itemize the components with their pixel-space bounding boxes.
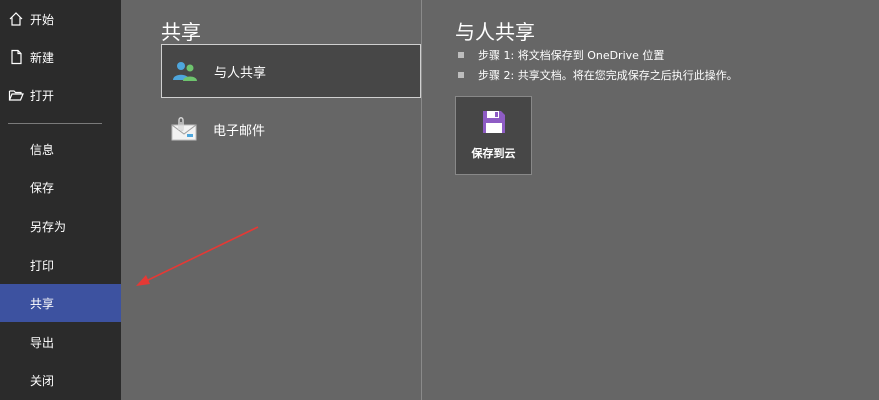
sidebar-item-label: 打印 bbox=[30, 258, 55, 273]
bullet-icon bbox=[458, 52, 464, 58]
save-to-cloud-button[interactable]: 保存到云 bbox=[455, 96, 532, 175]
annotation-arrow-icon bbox=[136, 226, 259, 286]
step-item: 步骤 1: 将文档保存到 OneDrive 位置 bbox=[458, 45, 738, 65]
sidebar-item-close[interactable]: 关闭 bbox=[0, 361, 121, 399]
sidebar-item-print[interactable]: 打印 bbox=[0, 246, 121, 284]
sidebar-item-export[interactable]: 导出 bbox=[0, 323, 121, 361]
sidebar-item-open[interactable]: 打开 bbox=[0, 76, 121, 114]
sidebar-item-label: 新建 bbox=[30, 50, 55, 65]
sidebar-item-label: 信息 bbox=[30, 142, 55, 157]
sidebar-item-new[interactable]: 新建 bbox=[0, 38, 121, 76]
sidebar-item-label: 关闭 bbox=[30, 373, 55, 388]
email-option[interactable]: 电子邮件 bbox=[161, 102, 421, 156]
save-to-cloud-label: 保存到云 bbox=[471, 147, 516, 160]
steps-list: 步骤 1: 将文档保存到 OneDrive 位置 步骤 2: 共享文档。将在您完… bbox=[458, 45, 738, 85]
sidebar-item-label: 共享 bbox=[30, 296, 55, 311]
bullet-icon bbox=[458, 72, 464, 78]
panel-separator bbox=[421, 0, 422, 400]
new-document-icon bbox=[8, 49, 24, 65]
option-label: 与人共享 bbox=[214, 65, 267, 81]
share-with-people-option[interactable]: 与人共享 bbox=[161, 44, 421, 98]
open-folder-icon bbox=[8, 87, 24, 103]
sidebar-item-save[interactable]: 保存 bbox=[0, 168, 121, 206]
sidebar-item-info[interactable]: 信息 bbox=[0, 130, 121, 168]
step-text: 步骤 2: 共享文档。将在您完成保存之后执行此操作。 bbox=[478, 69, 738, 82]
detail-panel-title: 与人共享 bbox=[455, 20, 535, 44]
floppy-disk-icon bbox=[481, 109, 507, 135]
sidebar-item-label: 保存 bbox=[30, 180, 55, 195]
sidebar-item-save-as[interactable]: 另存为 bbox=[0, 207, 121, 245]
backstage-sidebar: 开始 新建 打开 信息 保存 另存为 打印 共享 导出 关闭 bbox=[0, 0, 121, 400]
step-item: 步骤 2: 共享文档。将在您完成保存之后执行此操作。 bbox=[458, 65, 738, 85]
sidebar-item-share[interactable]: 共享 bbox=[0, 284, 121, 322]
sidebar-item-label: 开始 bbox=[30, 12, 55, 27]
sidebar-divider bbox=[8, 123, 102, 124]
sidebar-item-label: 另存为 bbox=[30, 219, 67, 234]
step-text: 步骤 1: 将文档保存到 OneDrive 位置 bbox=[478, 49, 665, 62]
sidebar-item-label: 打开 bbox=[30, 88, 55, 103]
share-panel-title: 共享 bbox=[161, 20, 201, 44]
sidebar-item-home[interactable]: 开始 bbox=[0, 0, 121, 38]
home-icon bbox=[8, 11, 24, 27]
option-label: 电子邮件 bbox=[213, 123, 266, 139]
people-icon bbox=[170, 56, 200, 86]
sidebar-item-label: 导出 bbox=[30, 335, 55, 350]
email-icon bbox=[169, 114, 199, 144]
